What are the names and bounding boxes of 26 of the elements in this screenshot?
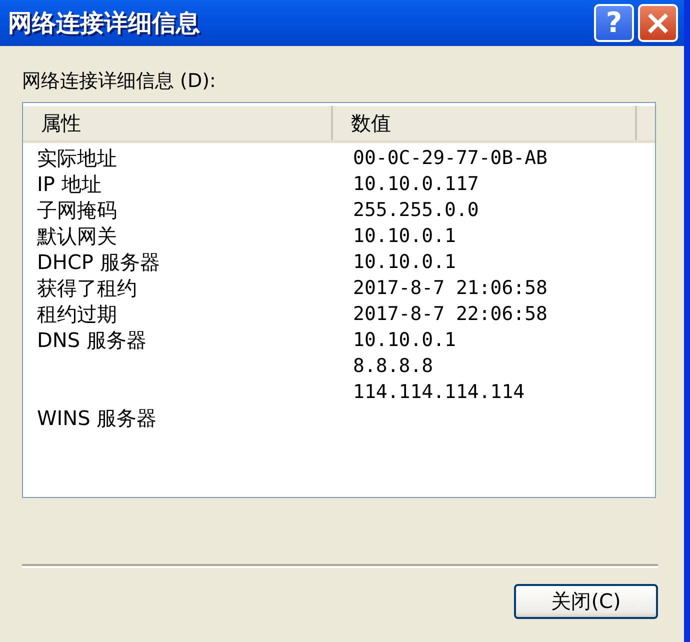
value-cell: 8.8.8.8 [353, 355, 434, 377]
property-cell: 实际地址 [37, 146, 117, 170]
value-cell: 10.10.0.1 [353, 329, 456, 351]
value-cell: 2017-8-7 22:06:58 [353, 303, 548, 325]
column-header[interactable]: 数值 [332, 106, 637, 140]
property-cell: IP 地址 [37, 172, 102, 196]
close-button[interactable]: × [638, 4, 678, 42]
value-cell: 10.10.0.1 [353, 225, 456, 247]
value-cell: 10.10.0.117 [353, 173, 479, 195]
value-cell: 10.10.0.1 [353, 251, 456, 273]
value-cell: 00-0C-29-77-0B-AB [353, 147, 548, 169]
value-cell: 255.255.0.0 [353, 199, 479, 221]
value-cell: 114.114.114.114 [353, 381, 525, 403]
property-cell: WINS 服务器 [37, 406, 157, 430]
value-cell: 2017-8-7 21:06:58 [353, 277, 548, 299]
property-cell: 租约过期 [37, 302, 117, 326]
property-cell: 获得了租约 [37, 276, 137, 300]
list-label: 网络连接详细信息 (D): [22, 69, 216, 94]
window-title: 网络连接详细信息 [8, 8, 200, 39]
property-cell: 子网掩码 [37, 198, 117, 222]
property-cell: 默认网关 [37, 224, 117, 248]
property-cell: DNS 服务器 [37, 328, 146, 352]
column-header[interactable]: 属性 [23, 106, 333, 140]
close-dialog-button[interactable]: 关闭(C) [514, 584, 658, 619]
property-cell: DHCP 服务器 [37, 250, 160, 274]
help-button[interactable]: ? [594, 4, 634, 42]
